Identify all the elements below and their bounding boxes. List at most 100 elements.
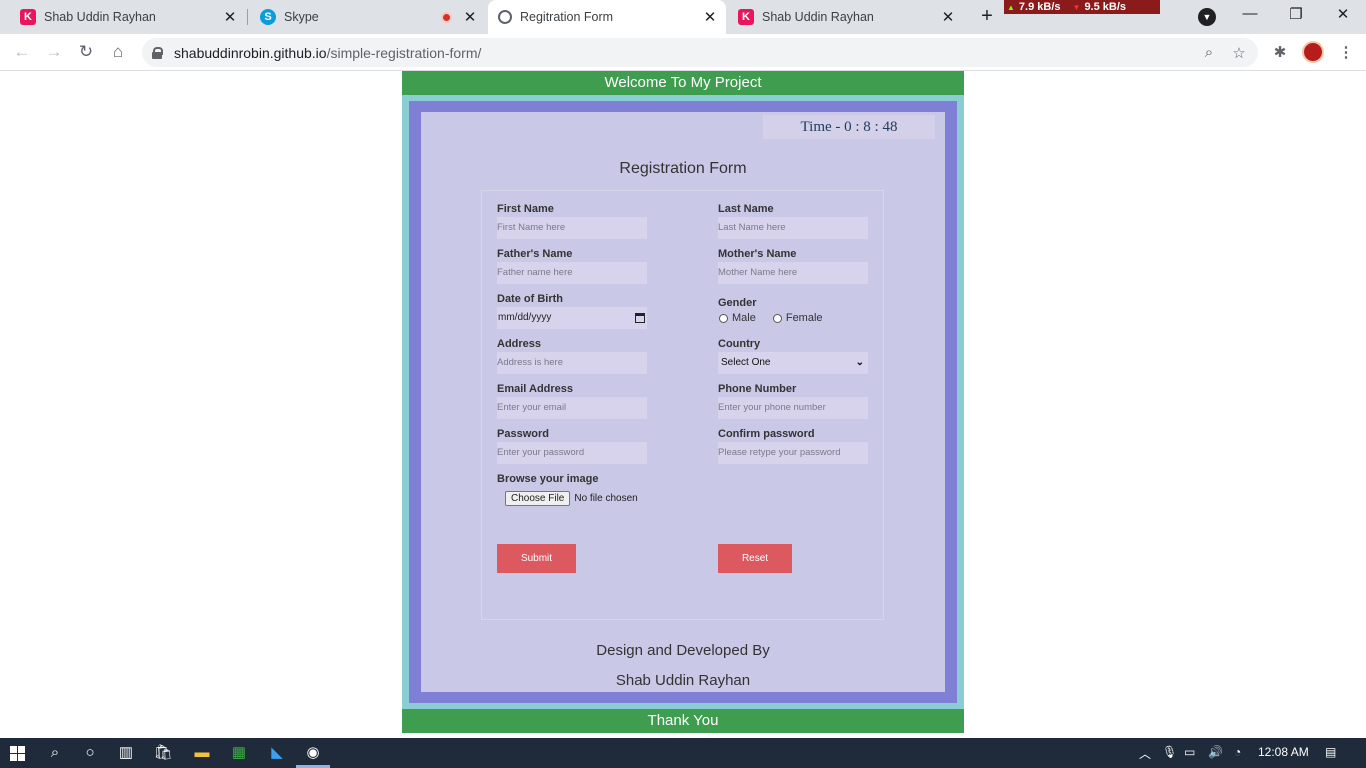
task-manager-icon[interactable]: ▦ — [229, 743, 249, 763]
first-name-group: First Name — [497, 203, 647, 239]
mother-name-group: Mother's Name — [718, 248, 868, 284]
close-tab-icon[interactable]: ✕ — [222, 8, 238, 26]
wifi-icon[interactable]: ◔ — [1234, 745, 1241, 759]
gender-male-label: Male — [732, 312, 756, 324]
volume-icon[interactable]: 🔊 — [1208, 745, 1223, 759]
credit-line-2: Shab Uddin Rayhan — [615, 672, 751, 689]
password-label: Password — [497, 428, 549, 440]
father-name-input[interactable] — [497, 262, 647, 284]
notifications-icon[interactable]: ▤ — [1325, 745, 1336, 759]
skype-favicon-icon: S — [260, 9, 276, 25]
phone-label: Phone Number — [718, 383, 797, 395]
back-icon[interactable]: ← — [11, 41, 33, 63]
form-title: Registration Form — [619, 160, 747, 177]
close-tab-icon[interactable]: ✕ — [702, 8, 718, 26]
submit-button[interactable]: Submit — [497, 544, 576, 573]
tab-separator — [247, 9, 248, 25]
windows-taskbar: ⌕ ○ ▥ 🛍 ▬ ▦ ◣ ◉ ︿ 🎙 ▭ 🔊 ◔ 12:08 AM ▤ — [0, 738, 1366, 768]
home-icon[interactable]: ⌂ — [107, 41, 129, 63]
credit-line-1: Design and Developed By — [596, 642, 770, 659]
outer-frame: Time - 0 : 8 : 48 Registration Form Firs… — [402, 95, 964, 709]
zoom-icon[interactable]: ⌕ — [1198, 44, 1220, 61]
choose-file-button[interactable]: Choose File — [505, 491, 571, 506]
tab-search-dropdown-icon[interactable]: ▼ — [1198, 8, 1216, 26]
address-input[interactable] — [497, 352, 647, 374]
profile-avatar[interactable] — [1302, 41, 1324, 63]
tab-title: Shab Uddin Rayhan — [44, 10, 156, 24]
gender-options: Male Female — [718, 312, 868, 324]
chevron-down-icon: ⌄ — [855, 357, 864, 368]
microphone-icon[interactable]: 🎙 — [1162, 745, 1177, 759]
dob-label: Date of Birth — [497, 293, 563, 305]
first-name-input[interactable] — [497, 217, 647, 239]
close-tab-icon[interactable]: ✕ — [940, 8, 956, 26]
country-group: Country Select One ⌄ — [718, 338, 868, 374]
tray-overflow-icon[interactable]: ︿ — [1139, 745, 1151, 762]
email-input[interactable] — [497, 397, 647, 419]
last-name-input[interactable] — [718, 217, 868, 239]
thank-you-banner: Thank You — [402, 709, 964, 733]
confirm-password-label: Confirm password — [718, 428, 815, 440]
calendar-icon[interactable] — [635, 313, 645, 323]
vscode-icon[interactable]: ◣ — [267, 743, 287, 763]
recording-icon — [441, 11, 452, 23]
file-explorer-icon[interactable]: ▬ — [192, 743, 212, 763]
download-arrow-icon: ▼ — [1072, 2, 1081, 12]
last-name-group: Last Name — [718, 203, 868, 239]
registration-page: Welcome To My Project Time - 0 : 8 : 48 … — [402, 71, 964, 733]
minimize-icon[interactable]: — — [1240, 5, 1260, 22]
address-bar[interactable]: shabuddinrobin.github.io/simple-registra… — [142, 38, 1258, 67]
gender-female-radio[interactable] — [772, 313, 782, 323]
address-label: Address — [497, 338, 542, 350]
menu-kebab-icon[interactable]: ⋮ — [1336, 43, 1356, 61]
search-icon[interactable]: ⌕ — [45, 743, 65, 763]
windows-start-icon[interactable] — [10, 746, 25, 761]
tab-shab-uddin-rayhan-2[interactable]: K Shab Uddin Rayhan ✕ — [728, 0, 964, 34]
tab-registration-form[interactable]: Regitration Form ✕ — [488, 0, 726, 34]
country-select[interactable]: Select One ⌄ — [718, 352, 868, 374]
bookmark-star-icon[interactable]: ☆ — [1228, 44, 1250, 62]
file-input: Choose File No file chosen — [505, 491, 697, 506]
chrome-icon[interactable]: ◉ — [303, 743, 323, 763]
globe-icon — [498, 10, 512, 24]
mother-name-input[interactable] — [718, 262, 868, 284]
content-area: Time - 0 : 8 : 48 Registration Form Firs… — [421, 112, 945, 692]
cortana-icon[interactable]: ○ — [80, 743, 100, 763]
network-monitor: ▲ 7.9 kB/s ▼ 9.5 kB/s — [1004, 0, 1160, 14]
password-input[interactable] — [497, 442, 647, 464]
url-text[interactable]: shabuddinrobin.github.io/simple-registra… — [174, 45, 1198, 61]
tab-title: Regitration Form — [520, 10, 614, 24]
kaggle-favicon-icon: K — [20, 9, 36, 25]
gender-male-radio[interactable] — [719, 313, 728, 323]
country-selected: Select One — [721, 357, 771, 368]
dob-input[interactable]: mm/dd/yyyy — [497, 307, 647, 329]
email-group: Email Address — [497, 383, 647, 419]
file-status: No file chosen — [574, 493, 638, 504]
welcome-banner: Welcome To My Project — [402, 71, 964, 95]
last-name-label: Last Name — [718, 203, 774, 215]
window-close-icon[interactable]: ✕ — [1333, 5, 1353, 23]
country-label: Country — [718, 338, 761, 350]
father-name-group: Father's Name — [497, 248, 647, 284]
email-label: Email Address — [497, 383, 574, 395]
net-down-speed: 9.5 kB/s — [1084, 1, 1127, 13]
reload-icon[interactable]: ↻ — [75, 41, 97, 63]
extensions-puzzle-icon[interactable]: ✱ — [1270, 43, 1290, 61]
close-tab-icon[interactable]: ✕ — [462, 8, 478, 26]
reset-button[interactable]: Reset — [718, 544, 792, 573]
forward-icon[interactable]: → — [43, 41, 65, 63]
store-icon[interactable]: 🛍 — [153, 743, 173, 763]
battery-icon[interactable]: ▭ — [1184, 745, 1195, 759]
clock-time[interactable]: 12:08 AM — [1258, 745, 1309, 759]
confirm-password-input[interactable] — [718, 442, 868, 464]
task-view-icon[interactable]: ▥ — [116, 743, 136, 763]
tab-skype[interactable]: S Skype ✕ — [250, 0, 486, 34]
tab-shab-uddin-rayhan-1[interactable]: K Shab Uddin Rayhan ✕ — [10, 0, 246, 34]
confirm-password-group: Confirm password — [718, 428, 868, 464]
new-tab-button[interactable]: + — [975, 6, 999, 28]
phone-input[interactable] — [718, 397, 868, 419]
restore-icon[interactable]: ❐ — [1286, 5, 1306, 23]
kaggle-favicon-icon: K — [738, 9, 754, 25]
tab-title: Shab Uddin Rayhan — [762, 10, 874, 24]
url-path: /simple-registration-form/ — [326, 44, 482, 61]
